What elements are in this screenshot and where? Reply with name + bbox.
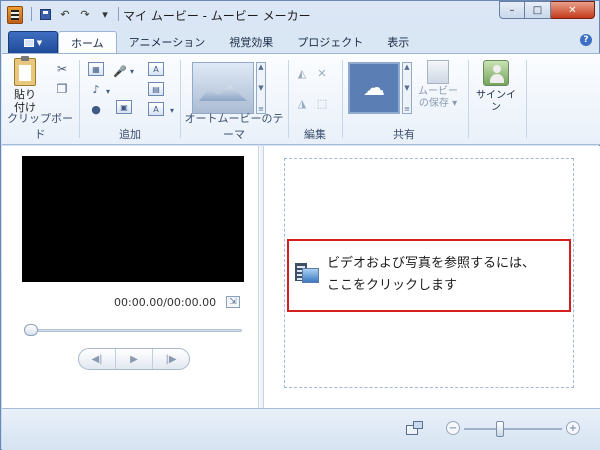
redo-button[interactable]: ↷ bbox=[78, 7, 92, 21]
snapshot-icon[interactable]: ▣ bbox=[116, 100, 132, 114]
rotate-left-icon[interactable]: ◭ bbox=[294, 66, 310, 80]
save-icon bbox=[39, 8, 51, 20]
browse-videos-photos-button[interactable]: ビデオおよび写真を参照するには、 ここをクリックします bbox=[287, 239, 571, 312]
group-separator bbox=[180, 60, 181, 138]
select-all-icon[interactable]: ⬚ bbox=[314, 96, 330, 110]
status-bar: − + bbox=[2, 408, 600, 450]
preview-pane: 00:00.00/00:00.00 ⇲ ◀| ▶ |▶ bbox=[2, 146, 259, 408]
save-movie-label: ムービー の保存 ▾ bbox=[418, 86, 458, 109]
undo-button[interactable]: ↶ bbox=[58, 7, 72, 21]
browse-text-line2: ここをクリックします bbox=[327, 278, 458, 293]
browse-text-line1: ビデオおよび写真を参照するには、 bbox=[327, 256, 536, 271]
automovie-themes-group: ▲ ▼ ≡ オートムービーのテーマ bbox=[182, 56, 286, 142]
tab-animation[interactable]: アニメーション bbox=[117, 31, 218, 53]
pane-splitter[interactable] bbox=[260, 146, 264, 408]
photo-icon bbox=[302, 268, 319, 283]
clipboard-group: 貼り 付け ✂ ❐ クリップボード bbox=[2, 56, 78, 142]
remove-icon[interactable]: ✕ bbox=[314, 66, 330, 80]
quick-access-toolbar: ↶ ↷ ▾ bbox=[31, 7, 119, 21]
chevron-down-icon[interactable]: ▾ bbox=[164, 103, 180, 117]
customize-qat-button[interactable]: ▾ bbox=[98, 7, 112, 21]
qat-separator bbox=[118, 7, 119, 21]
title-bar: ↶ ↷ ▾ マイ ムービー - ムービー メーカー – □ ✕ bbox=[1, 1, 599, 29]
cut-icon[interactable]: ✂ bbox=[54, 62, 70, 76]
timecode: 00:00.00/00:00.00 bbox=[114, 296, 217, 309]
automovie-themes-label: オートムービーのテーマ bbox=[184, 112, 284, 141]
chevron-down-icon[interactable]: ▾ bbox=[124, 64, 140, 78]
add-group-label: 追加 bbox=[119, 128, 141, 141]
copy-icon[interactable]: ❐ bbox=[54, 82, 70, 96]
playback-controls: ◀| ▶ |▶ bbox=[78, 348, 190, 370]
movie-maker-app-icon[interactable] bbox=[7, 6, 23, 24]
minimize-button[interactable]: – bbox=[499, 1, 525, 19]
add-videos-photos-icon[interactable]: ▦ bbox=[88, 62, 104, 76]
previous-frame-button[interactable]: ◀| bbox=[79, 349, 115, 369]
tab-project[interactable]: プロジェクト bbox=[285, 31, 375, 53]
group-separator bbox=[79, 60, 80, 138]
seek-bar[interactable] bbox=[24, 329, 242, 332]
zoom-slider-thumb[interactable] bbox=[495, 421, 504, 437]
thumbnail-size-icon[interactable] bbox=[406, 421, 424, 437]
theme-gallery-scroller[interactable]: ▲ ▼ ≡ bbox=[256, 62, 266, 114]
group-separator bbox=[288, 60, 289, 138]
seek-slider-thumb[interactable] bbox=[24, 324, 38, 336]
rotate-right-icon[interactable]: ◮ bbox=[294, 96, 310, 110]
browse-instruction-text: ビデオおよび写真を参照するには、 ここをクリックします bbox=[327, 253, 535, 297]
signin-group: サインイン bbox=[470, 56, 524, 142]
narration-icon[interactable]: ● bbox=[88, 102, 104, 116]
zoom-in-button[interactable]: + bbox=[566, 421, 580, 435]
video-preview[interactable] bbox=[22, 156, 244, 282]
help-icon[interactable]: ? bbox=[580, 34, 592, 46]
zoom-slider-track[interactable] bbox=[464, 428, 562, 430]
tab-visual-effects[interactable]: 視覚効果 bbox=[217, 31, 285, 53]
share-gallery-scroller[interactable]: ▲ ▼ ≡ bbox=[402, 62, 412, 114]
videos-photos-icon bbox=[295, 263, 319, 285]
clipboard-group-label: クリップボード bbox=[7, 112, 73, 141]
maximize-button[interactable]: □ bbox=[525, 1, 551, 19]
signin-label: サインイン bbox=[476, 90, 516, 113]
tab-home[interactable]: ホーム bbox=[58, 31, 117, 53]
fullscreen-button[interactable]: ⇲ bbox=[226, 296, 240, 308]
zoom-out-button[interactable]: − bbox=[446, 421, 460, 435]
user-icon bbox=[483, 60, 509, 86]
chevron-down-icon[interactable]: ▾ bbox=[100, 84, 116, 98]
window-controls: – □ ✕ bbox=[499, 1, 595, 19]
ribbon: 貼り 付け ✂ ❐ クリップボード ▦ 🎤 ▾ A ♪ ▾ ▤ ● ▣ A ▾ … bbox=[2, 53, 600, 145]
play-button[interactable]: ▶ bbox=[115, 349, 152, 369]
add-group: ▦ 🎤 ▾ A ♪ ▾ ▤ ● ▣ A ▾ 追加 bbox=[82, 56, 178, 142]
title-icon[interactable]: A bbox=[148, 62, 164, 76]
clipboard-icon bbox=[14, 56, 36, 86]
close-button[interactable]: ✕ bbox=[551, 1, 595, 19]
automovie-theme-thumbnail[interactable] bbox=[192, 62, 254, 114]
file-menu-button[interactable]: ▼ bbox=[8, 31, 58, 53]
next-frame-button[interactable]: |▶ bbox=[152, 349, 189, 369]
share-group-label: 共有 bbox=[393, 128, 415, 141]
share-cloud-icon[interactable]: ☁ bbox=[348, 62, 400, 114]
save-movie-button[interactable]: ムービー の保存 ▾ bbox=[416, 60, 460, 110]
group-separator bbox=[468, 60, 469, 138]
edit-group: ◭ ✕ ◮ ⬚ 編集 bbox=[290, 56, 340, 142]
ribbon-tabs: ▼ ホーム アニメーション 視覚効果 プロジェクト 表示 ? bbox=[2, 29, 600, 53]
save-movie-icon bbox=[427, 60, 449, 84]
save-button[interactable] bbox=[38, 7, 52, 21]
thumbnail-large-shape bbox=[413, 421, 423, 429]
share-group: ☁ ▲ ▼ ≡ ムービー の保存 ▾ 共有 bbox=[342, 56, 466, 142]
document-icon bbox=[23, 38, 34, 47]
chevron-down-icon: ▼ bbox=[36, 38, 43, 47]
tab-view[interactable]: 表示 bbox=[375, 31, 421, 53]
qat-separator bbox=[31, 7, 32, 21]
paste-button[interactable]: 貼り 付け bbox=[8, 56, 42, 114]
signin-button[interactable]: サインイン bbox=[472, 60, 520, 114]
credits-icon[interactable]: A bbox=[148, 102, 164, 116]
group-separator bbox=[526, 60, 527, 138]
caption-icon[interactable]: ▤ bbox=[148, 82, 164, 96]
edit-group-label: 編集 bbox=[304, 128, 326, 141]
window-title: マイ ムービー - ムービー メーカー bbox=[123, 9, 311, 23]
app-window: ↶ ↷ ▾ マイ ムービー - ムービー メーカー – □ ✕ ▼ ホーム アニ… bbox=[0, 0, 600, 450]
